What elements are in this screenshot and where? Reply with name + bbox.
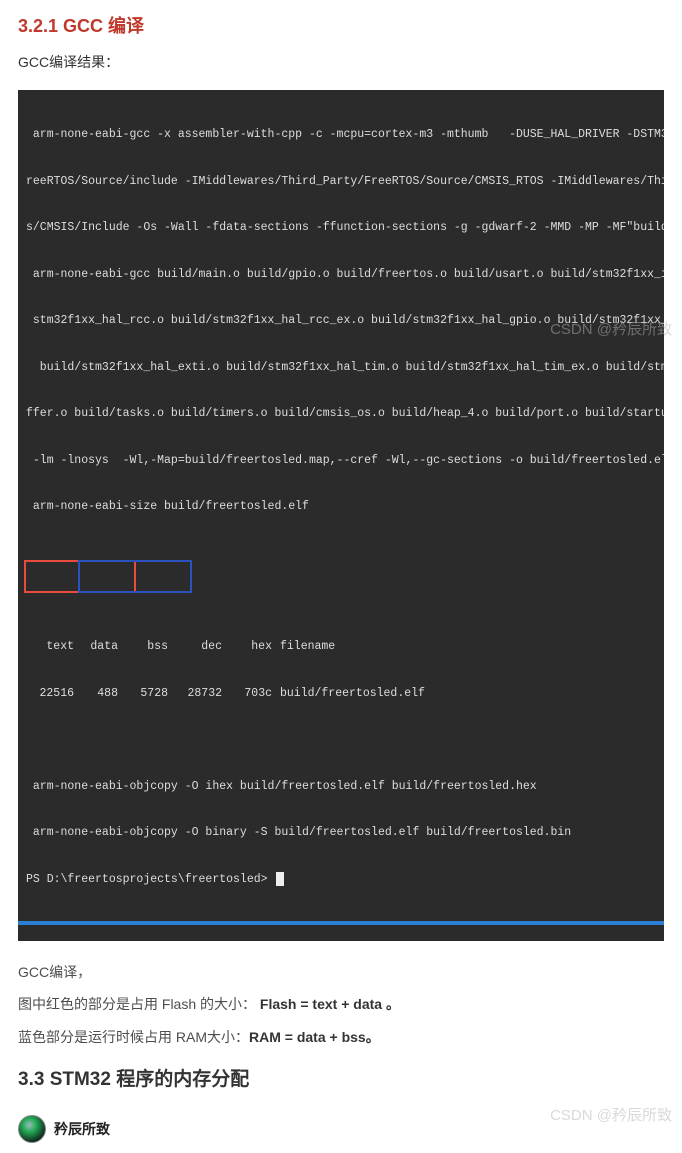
size-col-dec: dec: [168, 639, 222, 655]
terminal-line: ffer.o build/tasks.o build/timers.o buil…: [18, 406, 664, 422]
terminal-line: arm-none-eabi-size build/freertosled.elf: [18, 499, 664, 515]
paragraph: GCC编译，: [18, 961, 664, 983]
terminal-line: build/stm32f1xx_hal_exti.o build/stm32f1…: [18, 360, 664, 376]
heading-gcc-compile: 3.2.1 GCC 编译: [18, 12, 664, 38]
terminal-line: arm-none-eabi-objcopy -O ihex build/free…: [18, 779, 664, 795]
size-header-row: textdatabssdechexfilename: [18, 639, 664, 655]
size-val-filename: build/freertosled.elf: [272, 686, 425, 702]
cursor-icon: [276, 872, 284, 886]
formula-flash: Flash = text + data 。: [260, 996, 400, 1012]
size-col-hex: hex: [222, 639, 272, 655]
size-val-hex: 703c: [222, 686, 272, 702]
terminal-bluebar: [18, 921, 664, 925]
terminal-output: arm-none-eabi-gcc -x assembler-with-cpp …: [18, 90, 664, 941]
size-val-dec: 28732: [168, 686, 222, 702]
paragraph-ram: 蓝色部分是运行时候占用 RAM大小：RAM = data + bss。: [18, 1026, 664, 1048]
author-name[interactable]: 矜辰所致: [54, 1119, 110, 1139]
blue-highlight-box: [78, 560, 192, 593]
avatar[interactable]: [18, 1115, 46, 1143]
size-col-text: text: [26, 639, 74, 655]
size-col-filename: filename: [272, 639, 335, 655]
size-val-text: 22516: [26, 686, 74, 702]
size-val-data: 488: [74, 686, 118, 702]
terminal-prompt: PS D:\freertosprojects\freertosled>: [18, 872, 664, 891]
terminal-line: arm-none-eabi-gcc -x assembler-with-cpp …: [18, 127, 664, 143]
paragraph-flash: 图中红色的部分是占用 Flash 的大小： Flash = text + dat…: [18, 993, 664, 1015]
size-val-bss: 5728: [118, 686, 168, 702]
size-col-data: data: [74, 639, 118, 655]
terminal-line: -lm -lnosys -Wl,-Map=build/freertosled.m…: [18, 453, 664, 469]
terminal-line: stm32f1xx_hal_rcc.o build/stm32f1xx_hal_…: [18, 313, 664, 329]
heading-stm32-memory: 3.3 STM32 程序的内存分配: [18, 1064, 664, 1091]
terminal-line: reeRTOS/Source/include -IMiddlewares/Thi…: [18, 174, 664, 190]
terminal-line: s/CMSIS/Include -Os -Wall -fdata-section…: [18, 220, 664, 236]
size-value-row: 22516488572828732703cbuild/freertosled.e…: [18, 686, 664, 702]
terminal-line: arm-none-eabi-gcc build/main.o build/gpi…: [18, 267, 664, 283]
size-col-bss: bss: [118, 639, 168, 655]
formula-ram: RAM = data + bss。: [249, 1029, 380, 1045]
terminal-line: arm-none-eabi-objcopy -O binary -S build…: [18, 825, 664, 841]
author-row: 矜辰所致: [18, 1115, 664, 1143]
result-label: GCC编译结果：: [18, 52, 664, 72]
